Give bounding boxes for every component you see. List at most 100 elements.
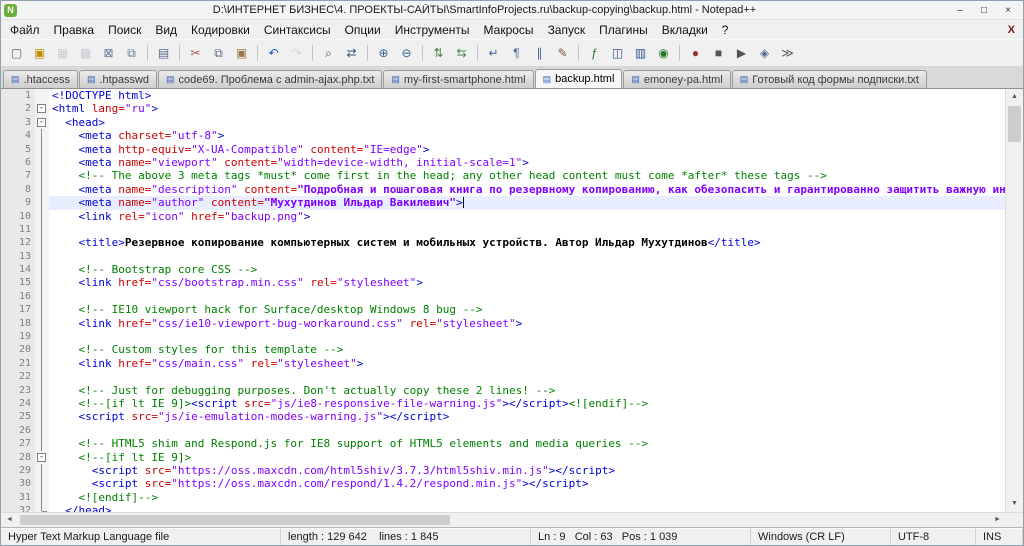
code-text[interactable]: <!--[if lt IE 9]><script src="js/ie8-res… xyxy=(49,397,1005,410)
scroll-right-arrow[interactable]: ► xyxy=(989,513,1006,527)
fold-toggle[interactable]: - xyxy=(37,452,46,462)
code-text[interactable]: <meta name="author" content="Мухутдинов … xyxy=(49,196,1005,210)
code-text[interactable] xyxy=(49,290,1005,303)
fold-toggle[interactable]: - xyxy=(37,104,46,114)
tab[interactable]: ▤ backup.html xyxy=(534,69,623,88)
new-file-button[interactable]: ▢ xyxy=(6,43,27,64)
save-all-button[interactable]: ▩ xyxy=(75,43,96,64)
code-text[interactable] xyxy=(49,424,1005,437)
menu-item[interactable]: Файл xyxy=(3,21,47,39)
code-text[interactable]: <!-- Custom styles for this template --> xyxy=(49,343,1005,356)
menu-item[interactable]: Вид xyxy=(148,21,184,39)
user-defined-language-button[interactable]: ✎ xyxy=(552,43,573,64)
document-map-button[interactable]: ◫ xyxy=(607,43,628,64)
tab[interactable]: ▤ .htpasswd xyxy=(78,70,158,88)
menu-item[interactable]: Поиск xyxy=(101,21,148,39)
stop-recording-button[interactable]: ■ xyxy=(708,43,729,64)
replace-button[interactable]: ⇄ xyxy=(341,43,362,64)
menu-item[interactable]: Правка xyxy=(47,21,102,39)
code-text[interactable]: <script src="js/ie-emulation-modes-warni… xyxy=(49,410,1005,423)
monitoring-button[interactable]: ◉ xyxy=(653,43,674,64)
menu-item[interactable]: Вкладки xyxy=(655,21,715,39)
undo-button[interactable]: ↶ xyxy=(263,43,284,64)
open-file-button[interactable]: ▣ xyxy=(29,43,50,64)
code-text[interactable]: <!-- Bootstrap core CSS --> xyxy=(49,263,1005,276)
code-text[interactable]: <!-- HTML5 shim and Respond.js for IE8 s… xyxy=(49,437,1005,450)
menu-item[interactable]: Опции xyxy=(338,21,388,39)
sync-vertical-scroll-button[interactable]: ⇅ xyxy=(428,43,449,64)
cut-button[interactable]: ✂ xyxy=(185,43,206,64)
show-indent-guide-button[interactable]: ∥ xyxy=(529,43,550,64)
zoom-in-button[interactable]: ⊕ xyxy=(373,43,394,64)
fold-toggle[interactable]: - xyxy=(37,117,46,127)
document-switcher-button[interactable]: ▥ xyxy=(630,43,651,64)
menu-item[interactable]: Запуск xyxy=(541,21,593,39)
code-text[interactable]: <!-- IE10 viewport hack for Surface/desk… xyxy=(49,303,1005,316)
code-text[interactable] xyxy=(49,330,1005,343)
copy-button[interactable]: ⧉ xyxy=(208,43,229,64)
menubar-close-button[interactable]: X xyxy=(1008,24,1015,36)
code-text[interactable]: <html lang="ru"> xyxy=(49,102,1005,115)
tab[interactable]: ▤ .htaccess xyxy=(3,70,78,88)
code-text[interactable]: <meta http-equiv="X-UA-Compatible" conte… xyxy=(49,143,1005,156)
vertical-scroll-thumb[interactable] xyxy=(1008,106,1021,142)
code-text[interactable]: <meta name="description" content="Подроб… xyxy=(49,183,1006,196)
code-text[interactable]: <!--[if lt IE 9]> xyxy=(49,451,1005,464)
close-button[interactable]: ⊠ xyxy=(98,43,119,64)
sync-horizontal-scroll-button[interactable]: ⇆ xyxy=(451,43,472,64)
paste-button[interactable]: ▣ xyxy=(231,43,252,64)
menu-item[interactable]: Синтаксисы xyxy=(257,21,338,39)
menu-item[interactable]: Макросы xyxy=(477,21,541,39)
code-text[interactable]: <meta name="viewport" content="width=dev… xyxy=(49,156,1005,169)
find-button[interactable]: ⌕ xyxy=(318,43,339,64)
menu-item[interactable]: Инструменты xyxy=(388,21,477,39)
code-text[interactable]: <title>Резервное копирование компьютерны… xyxy=(49,236,1005,249)
close-button[interactable]: × xyxy=(996,3,1020,18)
run-macro-multiple-times-button[interactable]: ≫ xyxy=(777,43,798,64)
code-text[interactable] xyxy=(49,223,1005,236)
play-macro-button[interactable]: ▶ xyxy=(731,43,752,64)
scroll-down-arrow[interactable]: ▼ xyxy=(1006,496,1023,512)
code-text[interactable]: <link rel="icon" href="backup.png"> xyxy=(49,210,1005,223)
show-all-characters-button[interactable]: ¶ xyxy=(506,43,527,64)
minimize-button[interactable]: – xyxy=(948,3,972,18)
code-area[interactable]: 1 <!DOCTYPE html> 2- <html lang="ru"> 3- <he… xyxy=(1,89,1005,512)
vertical-scrollbar[interactable]: ▲ ▼ xyxy=(1005,89,1023,512)
code-text[interactable]: <!-- Just for debugging purposes. Don't … xyxy=(49,384,1005,397)
scroll-left-arrow[interactable]: ◄ xyxy=(1,513,18,527)
redo-button[interactable]: ↷ xyxy=(286,43,307,64)
code-text[interactable]: <script src="https://oss.maxcdn.com/html… xyxy=(49,464,1005,477)
code-text[interactable]: <![endif]--> xyxy=(49,491,1005,504)
code-text[interactable]: <!DOCTYPE html> xyxy=(49,89,1005,102)
code-text[interactable] xyxy=(49,370,1005,383)
code-text[interactable] xyxy=(49,250,1005,263)
word-wrap-button[interactable]: ↵ xyxy=(483,43,504,64)
code-text[interactable]: <link href="css/main.css" rel="styleshee… xyxy=(49,357,1005,370)
horizontal-scroll-thumb[interactable] xyxy=(20,515,450,525)
save-macro-button[interactable]: ◈ xyxy=(754,43,775,64)
horizontal-scrollbar[interactable]: ◄ ► xyxy=(1,512,1023,527)
code-text[interactable]: <link href="css/ie10-viewport-bug-workar… xyxy=(49,317,1005,330)
horizontal-scroll-track[interactable] xyxy=(18,513,989,527)
function-list-button[interactable]: ƒ xyxy=(584,43,605,64)
vertical-scroll-track[interactable] xyxy=(1006,105,1023,496)
tab[interactable]: ▤ Готовый код формы подписки.txt xyxy=(731,70,927,88)
menu-item[interactable]: Плагины xyxy=(592,21,655,39)
menu-item[interactable]: ? xyxy=(715,21,736,39)
zoom-out-button[interactable]: ⊖ xyxy=(396,43,417,64)
menu-item[interactable]: Кодировки xyxy=(184,21,257,39)
code-text[interactable]: <!-- The above 3 meta tags *must* come f… xyxy=(49,169,1005,182)
close-all-button[interactable]: ⧉ xyxy=(121,43,142,64)
code-text[interactable]: <head> xyxy=(49,116,1005,129)
code-text[interactable]: <meta charset="utf-8"> xyxy=(49,129,1005,142)
tab[interactable]: ▤ emoney-pa.html xyxy=(623,70,731,88)
save-button[interactable]: ▦ xyxy=(52,43,73,64)
code-text[interactable]: </head> xyxy=(49,504,1005,512)
record-macro-button[interactable]: ● xyxy=(685,43,706,64)
print-button[interactable]: ▤ xyxy=(153,43,174,64)
tab[interactable]: ▤ my-first-smartphone.html xyxy=(383,70,534,88)
maximize-button[interactable]: □ xyxy=(972,3,996,18)
tab[interactable]: ▤ code69. Проблема с admin-ajax.php.txt xyxy=(158,70,383,88)
code-text[interactable]: <link href="css/bootstrap.min.css" rel="… xyxy=(49,276,1005,289)
scroll-up-arrow[interactable]: ▲ xyxy=(1006,89,1023,105)
